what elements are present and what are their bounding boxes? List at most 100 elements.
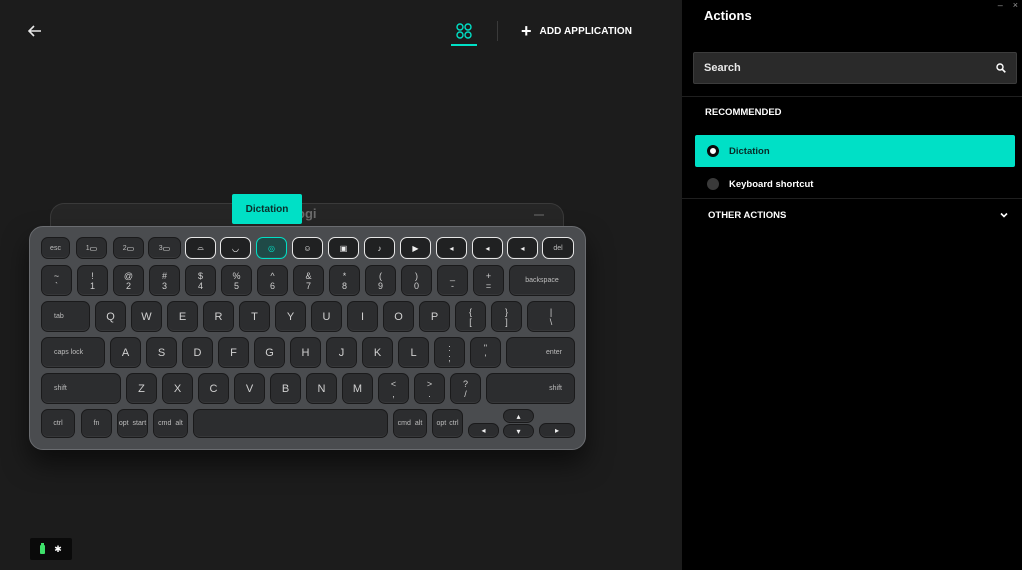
key-semicolon[interactable]: :; (434, 337, 465, 368)
arrow-left-icon: ◂ (481, 426, 486, 435)
key-right-bracket[interactable]: }] (491, 301, 522, 332)
key-enter[interactable]: enter (506, 337, 575, 368)
apps-grid-button[interactable] (455, 22, 473, 40)
key-d[interactable]: D (182, 337, 213, 368)
key-g[interactable]: G (254, 337, 285, 368)
key-l[interactable]: L (398, 337, 429, 368)
back-button[interactable] (24, 20, 46, 42)
key-arrow-right[interactable]: ▸ (539, 423, 575, 438)
key-f6-dictation[interactable]: ◎ (256, 237, 287, 259)
key-backslash[interactable]: | \ (527, 301, 575, 332)
key-quote[interactable]: " ' (470, 337, 501, 368)
key-comma[interactable]: <, (378, 373, 409, 404)
key-f12-volume-down[interactable]: ◂ (472, 237, 503, 259)
key-f3-device3[interactable]: 3 ▭ (148, 237, 181, 259)
key-w[interactable]: W (131, 301, 162, 332)
key-q[interactable]: Q (95, 301, 126, 332)
key-2[interactable]: @2 (113, 265, 144, 296)
key-b[interactable]: B (270, 373, 301, 404)
key-arrow-down[interactable]: ▾ (503, 424, 534, 438)
key-f10-play-pause[interactable]: ▶ (400, 237, 431, 259)
key-9[interactable]: (9 (365, 265, 396, 296)
key-f9-mic-mute[interactable]: ♪ (364, 237, 395, 259)
action-dictation[interactable]: Dictation (695, 135, 1015, 167)
key-volume-up[interactable]: ◂ (507, 237, 538, 259)
key-f[interactable]: F (218, 337, 249, 368)
search-icon[interactable] (996, 63, 1006, 73)
key-f5-backlight[interactable]: ◡ (220, 237, 251, 259)
key-3[interactable]: #3 (149, 265, 180, 296)
bluetooth-icon: ✱ (54, 543, 62, 554)
key-z[interactable]: Z (126, 373, 157, 404)
key-minus[interactable]: _ - (437, 265, 468, 296)
key-del[interactable]: del (542, 237, 574, 259)
key-t[interactable]: T (239, 301, 270, 332)
key-sym-bottom: ` (54, 280, 58, 291)
key-f11-mute[interactable]: ◂ (436, 237, 467, 259)
key-cmd-alt[interactable]: cmd alt (153, 409, 188, 438)
close-button[interactable]: × (1013, 0, 1018, 10)
key-i[interactable]: I (347, 301, 378, 332)
key-p[interactable]: P (419, 301, 450, 332)
minimize-button[interactable]: – (998, 0, 1003, 10)
key-tilde[interactable]: ~ ` (41, 265, 72, 296)
key-j[interactable]: J (326, 337, 357, 368)
key-0[interactable]: ) 0 (401, 265, 432, 296)
key-ctrl-left[interactable]: ctrl (41, 409, 75, 438)
key-5[interactable]: % 5 (221, 265, 252, 296)
key-c[interactable]: C (198, 373, 229, 404)
key-caps-lock[interactable]: caps lock (41, 337, 105, 368)
dictation-tooltip: Dictation (232, 194, 302, 224)
key-f1-device1[interactable]: 1 ▭ (76, 237, 107, 259)
key-r[interactable]: R (203, 301, 234, 332)
add-application-label: ADD APPLICATION (539, 25, 633, 37)
key-7[interactable]: & 7 (293, 265, 324, 296)
key-f4-brightness-down[interactable]: ⌓ (185, 237, 216, 259)
key-m[interactable]: M (342, 373, 373, 404)
key-u[interactable]: U (311, 301, 342, 332)
add-application-button[interactable]: + ADD APPLICATION (521, 22, 633, 40)
key-letter: K (373, 346, 382, 359)
key-tab[interactable]: tab (41, 301, 90, 332)
key-h[interactable]: H (290, 337, 321, 368)
search-input[interactable] (694, 53, 984, 83)
key-fn[interactable]: fn (81, 409, 112, 438)
key-s[interactable]: S (146, 337, 177, 368)
key-f7-emoji[interactable]: ☺ (292, 237, 323, 259)
key-y[interactable]: Y (275, 301, 306, 332)
volume-mute-icon: ◂ (449, 243, 454, 253)
key-equals[interactable]: + = (473, 265, 504, 296)
key-esc[interactable]: esc (41, 237, 70, 259)
key-sym-top: ) (414, 270, 418, 281)
key-left-bracket[interactable]: {[ (455, 301, 486, 332)
key-sym-top: + (485, 270, 492, 281)
key-space[interactable] (193, 409, 388, 438)
key-cmd-alt-right[interactable]: cmd alt (393, 409, 427, 438)
key-start-label: start (132, 420, 147, 427)
key-arrow-left[interactable]: ◂ (468, 423, 499, 438)
action-keyboard-shortcut[interactable]: Keyboard shortcut (695, 168, 1015, 200)
key-8[interactable]: * 8 (329, 265, 360, 296)
key-shift-right[interactable]: shift (486, 373, 575, 404)
key-4[interactable]: $4 (185, 265, 216, 296)
key-f2-device2[interactable]: 2 ▭ (113, 237, 144, 259)
key-shift-left[interactable]: shift (41, 373, 121, 404)
key-slash[interactable]: ? / (450, 373, 481, 404)
key-opt-ctrl-right[interactable]: opt ctrl (432, 409, 463, 438)
key-6[interactable]: ^ 6 (257, 265, 288, 296)
key-backspace[interactable]: backspace (509, 265, 575, 296)
key-arrow-up[interactable]: ▴ (503, 409, 534, 423)
key-a[interactable]: A (110, 337, 141, 368)
key-v[interactable]: V (234, 373, 265, 404)
key-n[interactable]: N (306, 373, 337, 404)
key-caps-label: caps lock (54, 349, 84, 356)
key-opt-start[interactable]: opt start (117, 409, 148, 438)
key-f8-screenshot[interactable]: ▣ (328, 237, 359, 259)
key-e[interactable]: E (167, 301, 198, 332)
other-actions-toggle[interactable]: OTHER ACTIONS (695, 201, 1015, 229)
key-period[interactable]: >. (414, 373, 445, 404)
key-k[interactable]: K (362, 337, 393, 368)
key-1[interactable]: ! 1 (77, 265, 108, 296)
key-x[interactable]: X (162, 373, 193, 404)
key-o[interactable]: O (383, 301, 414, 332)
